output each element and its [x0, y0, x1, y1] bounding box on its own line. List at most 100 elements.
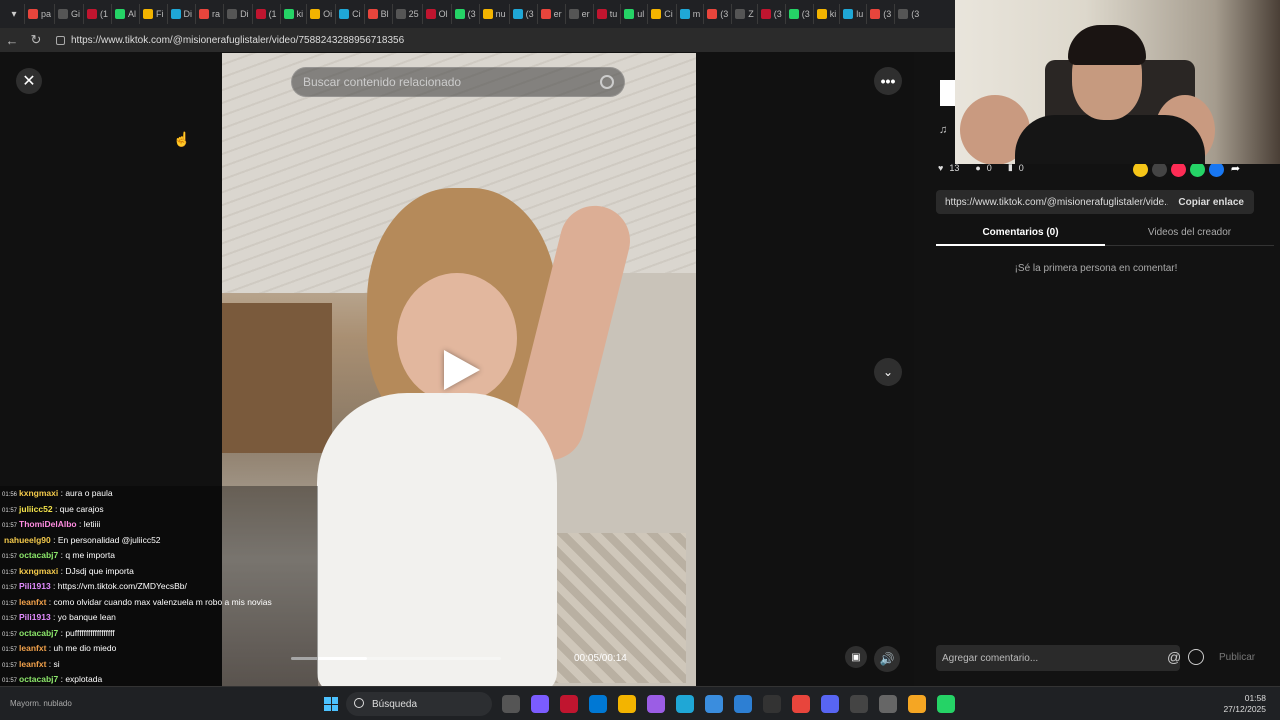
reload-icon[interactable]: ↻	[24, 32, 48, 48]
chat-username[interactable]: Pili1913	[19, 581, 51, 591]
terminal-icon[interactable]	[763, 695, 781, 713]
comment-button[interactable]: ● 0	[975, 163, 991, 173]
send-icon[interactable]	[1171, 162, 1186, 177]
tab-comments[interactable]: Comentarios (0)	[936, 222, 1105, 246]
chat-username[interactable]: octacabj7	[19, 674, 58, 684]
system-clock[interactable]: 01:58 27/12/2025	[1214, 693, 1266, 715]
browser-tab[interactable]: Oi	[306, 4, 335, 24]
chat-username[interactable]: nahueelg90	[4, 535, 51, 545]
tab-favicon-icon	[788, 9, 799, 19]
browser-tab[interactable]: er	[536, 4, 565, 24]
browser-tab[interactable]: ul	[620, 4, 647, 24]
next-video-chevron-down-icon[interactable]: ⌄	[874, 358, 902, 386]
tab-search-icon[interactable]: ▾	[4, 4, 24, 24]
tab-favicon-icon	[735, 9, 746, 19]
vlc-icon[interactable]	[908, 695, 926, 713]
url-text[interactable]: https://www.tiktok.com/@misionerafuglist…	[71, 35, 404, 46]
chat-username[interactable]: juliicc52	[19, 504, 53, 514]
site-info-icon[interactable]	[56, 35, 65, 45]
back-icon[interactable]: ←	[0, 33, 24, 48]
browser-tab[interactable]: Fi	[139, 4, 167, 24]
store-icon[interactable]	[589, 695, 607, 713]
mention-icon[interactable]: @	[1167, 649, 1181, 665]
facebook-icon[interactable]	[1209, 162, 1224, 177]
chat-username[interactable]: leanfxt	[19, 659, 46, 669]
browser-tab[interactable]: (3	[756, 4, 785, 24]
chat-username[interactable]: Pili1913	[19, 612, 51, 622]
browser-tab[interactable]: 25	[391, 4, 422, 24]
whatsapp-icon[interactable]	[1190, 162, 1205, 177]
browser-tab[interactable]: (1	[83, 4, 111, 24]
close-button[interactable]: ✕	[16, 68, 42, 94]
chrome-icon[interactable]	[792, 695, 810, 713]
file-explorer-icon[interactable]	[618, 695, 636, 713]
chat-username[interactable]: leanfxt	[19, 597, 46, 607]
browser-tab[interactable]: Gi	[54, 4, 83, 24]
weather-widget[interactable]: Mayorm. nublado	[10, 699, 72, 708]
more-options-button[interactable]: •••	[874, 67, 902, 95]
browser-tab[interactable]: nu	[478, 4, 509, 24]
share-link-text[interactable]: https://www.tiktok.com/@misionerafuglist…	[936, 197, 1168, 208]
browser-tab[interactable]: m	[675, 4, 704, 24]
browser-tab[interactable]: Z	[731, 4, 757, 24]
chat-username[interactable]: octacabj7	[19, 628, 58, 638]
browser-tab[interactable]: (3	[784, 4, 813, 24]
browser-tab[interactable]: Ci	[647, 4, 676, 24]
browser-tab[interactable]: Ci	[335, 4, 364, 24]
browser-tab[interactable]: tu	[592, 4, 621, 24]
chat-username[interactable]: kxngmaxi	[19, 488, 58, 498]
chat-username[interactable]: kxngmaxi	[19, 566, 58, 576]
browser-tab[interactable]: Bl	[363, 4, 392, 24]
related-search-input[interactable]: Buscar contenido relacionado	[291, 67, 625, 97]
like-button[interactable]: ♥ 13	[938, 163, 959, 173]
obs-icon[interactable]	[879, 695, 897, 713]
pen-app-icon[interactable]	[647, 695, 665, 713]
browser-tab[interactable]: (3	[866, 4, 894, 24]
search-icon[interactable]	[600, 75, 614, 89]
chat-username[interactable]: octacabj7	[19, 550, 58, 560]
chat-username[interactable]: leanfxt	[19, 643, 46, 653]
publish-button[interactable]: Publicar	[1219, 652, 1255, 663]
browser-tab[interactable]: lu	[839, 4, 866, 24]
tab-label: er	[553, 9, 562, 19]
browser-tab[interactable]: Al	[111, 4, 139, 24]
edge-icon[interactable]	[676, 695, 694, 713]
browser-tab[interactable]: ki	[812, 4, 840, 24]
windows-start-icon[interactable]	[324, 697, 338, 711]
browser-tab[interactable]: (3	[450, 4, 479, 24]
browser-tab[interactable]: ra	[195, 4, 223, 24]
emoji-icon[interactable]	[1188, 649, 1204, 665]
embed-icon[interactable]	[1152, 162, 1167, 177]
browser-tab[interactable]: pa	[24, 4, 54, 24]
picture-in-picture-icon[interactable]: ▣	[845, 646, 867, 668]
browser-tab[interactable]: Di	[166, 4, 196, 24]
browser-tab[interactable]: ki	[279, 4, 307, 24]
browser-tab[interactable]: Di	[223, 4, 252, 24]
tab-creator-videos[interactable]: Videos del creador	[1105, 222, 1274, 246]
browser-tab[interactable]: er	[564, 4, 593, 24]
browser-tab[interactable]: (3	[703, 4, 731, 24]
browser-tab[interactable]: (3	[508, 4, 537, 24]
opera-icon[interactable]	[560, 695, 578, 713]
copilot-icon[interactable]	[531, 695, 549, 713]
whatsapp-taskbar-icon[interactable]	[937, 695, 955, 713]
video-progress-bar[interactable]	[291, 657, 501, 660]
settings-gear-icon[interactable]	[850, 695, 868, 713]
tab-favicon-icon	[482, 9, 493, 19]
browser-tab[interactable]: Ol	[421, 4, 451, 24]
comment-input[interactable]: Agregar comentario...	[936, 645, 1180, 671]
copy-link-button[interactable]: Copiar enlace	[1168, 197, 1254, 208]
taskbar-search[interactable]: Búsqueda	[346, 692, 492, 716]
volume-icon[interactable]: 🔊	[874, 646, 900, 672]
discord-icon[interactable]	[821, 695, 839, 713]
notepad-icon[interactable]	[734, 695, 752, 713]
task-view-icon[interactable]	[502, 695, 520, 713]
browser-tab[interactable]: (1	[251, 4, 280, 24]
chat-username[interactable]: ThomiDelAlbo	[19, 519, 77, 529]
browser-tab[interactable]: (3	[894, 4, 922, 24]
url-field[interactable]: https://www.tiktok.com/@misionerafuglist…	[56, 35, 404, 46]
repost-icon[interactable]	[1133, 162, 1148, 177]
c-app-icon[interactable]	[705, 695, 723, 713]
play-icon[interactable]	[444, 350, 480, 390]
share-arrow-icon[interactable]: ➦	[1228, 162, 1243, 177]
